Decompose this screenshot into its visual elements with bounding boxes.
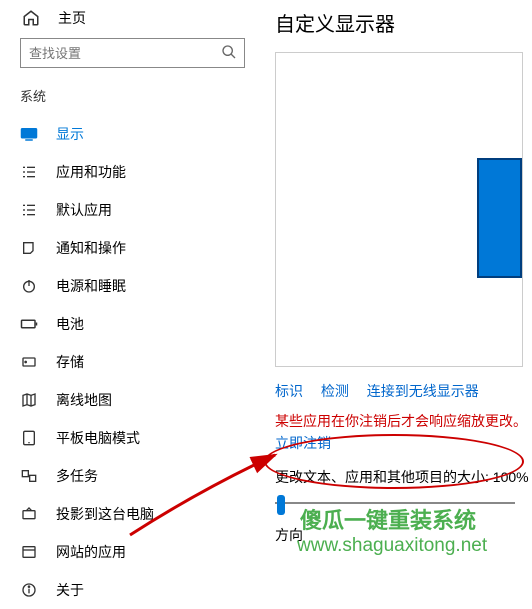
watermark-title: 傻瓜一键重装系统 [300,503,476,535]
nav-label: 网站的应用 [56,542,126,562]
nav-power[interactable]: 电源和睡眠 [20,267,255,305]
logout-link[interactable]: 立即注销 [275,433,331,453]
storage-icon [20,353,38,371]
nav-about[interactable]: 关于 [20,571,255,609]
nav-label: 平板电脑模式 [56,428,140,448]
tablet-icon [20,429,38,447]
home-label: 主页 [58,8,86,28]
battery-icon [20,315,38,333]
nav-label: 存储 [56,352,84,372]
nav-apps[interactable]: 应用和功能 [20,153,255,191]
nav-label: 离线地图 [56,390,112,410]
projecting-icon [20,505,38,523]
nav-label: 显示 [56,124,84,144]
search-input[interactable] [20,38,245,68]
default-apps-icon [20,201,38,219]
nav-label: 电池 [56,314,84,334]
search-box[interactable] [20,38,245,68]
nav-website-apps[interactable]: 网站的应用 [20,533,255,571]
slider-thumb[interactable] [277,495,285,515]
nav-storage[interactable]: 存储 [20,343,255,381]
nav-label: 投影到这台电脑 [56,504,154,524]
monitor-1[interactable] [477,158,522,278]
nav-default-apps[interactable]: 默认应用 [20,191,255,229]
nav-notifications[interactable]: 通知和操作 [20,229,255,267]
nav-label: 关于 [56,580,84,600]
nav-tablet[interactable]: 平板电脑模式 [20,419,255,457]
power-icon [20,277,38,295]
watermark-url: www.shaguaxitong.net [297,535,487,557]
monitor-preview[interactable] [275,52,523,367]
page-title: 自定义显示器 [275,8,532,37]
display-icon [20,125,38,143]
nav-maps[interactable]: 离线地图 [20,381,255,419]
display-links: 标识 检测 连接到无线显示器 [275,381,532,401]
home-link[interactable]: 主页 [20,8,255,28]
nav-multitask[interactable]: 多任务 [20,457,255,495]
multitask-icon [20,467,38,485]
nav-projecting[interactable]: 投影到这台电脑 [20,495,255,533]
nav-battery[interactable]: 电池 [20,305,255,343]
apps-icon [20,163,38,181]
website-icon [20,543,38,561]
search-icon [221,44,237,65]
nav-label: 默认应用 [56,200,112,220]
group-label: 系统 [20,86,255,105]
about-icon [20,581,38,599]
link-identify[interactable]: 标识 [275,383,303,399]
maps-icon [20,391,38,409]
link-wireless[interactable]: 连接到无线显示器 [367,383,479,399]
link-detect[interactable]: 检测 [321,383,349,399]
home-icon [22,9,40,27]
scale-slider[interactable] [275,495,515,497]
scale-label: 更改文本、应用和其他项目的大小: 100% [275,467,532,487]
notifications-icon [20,239,38,257]
nav-label: 应用和功能 [56,162,126,182]
nav-display[interactable]: 显示 [20,115,255,153]
nav-label: 通知和操作 [56,238,126,258]
nav-label: 多任务 [56,466,98,486]
scaling-warning: 某些应用在你注销后才会响应缩放更改。 [275,411,532,431]
nav-label: 电源和睡眠 [56,276,126,296]
